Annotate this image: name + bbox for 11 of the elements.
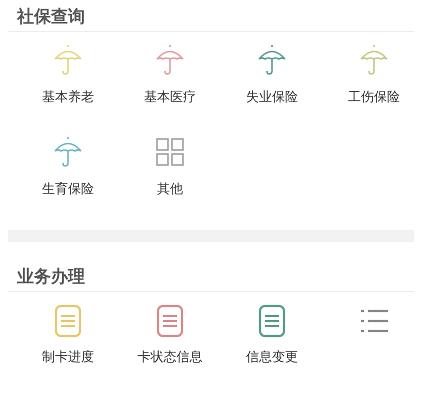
menu-item-label[interactable]: 制卡进度 (42, 348, 94, 366)
section-title: 社保查询 (8, 0, 414, 32)
menu-item-label[interactable]: 信息变更 (246, 348, 298, 366)
menu-item-label[interactable]: 基本医疗 (144, 88, 196, 106)
menu-item-label[interactable]: 工伤保险 (348, 88, 400, 106)
section-title: 业务办理 (8, 260, 414, 292)
menu-item-label[interactable]: 其他 (157, 180, 183, 198)
menu-item-label[interactable]: 失业保险 (246, 88, 298, 106)
menu-item-label[interactable]: 卡状态信息 (138, 348, 202, 366)
menu-item-label[interactable]: 生育保险 (42, 180, 94, 198)
menu-item-label[interactable]: 基本养老 (42, 88, 94, 106)
